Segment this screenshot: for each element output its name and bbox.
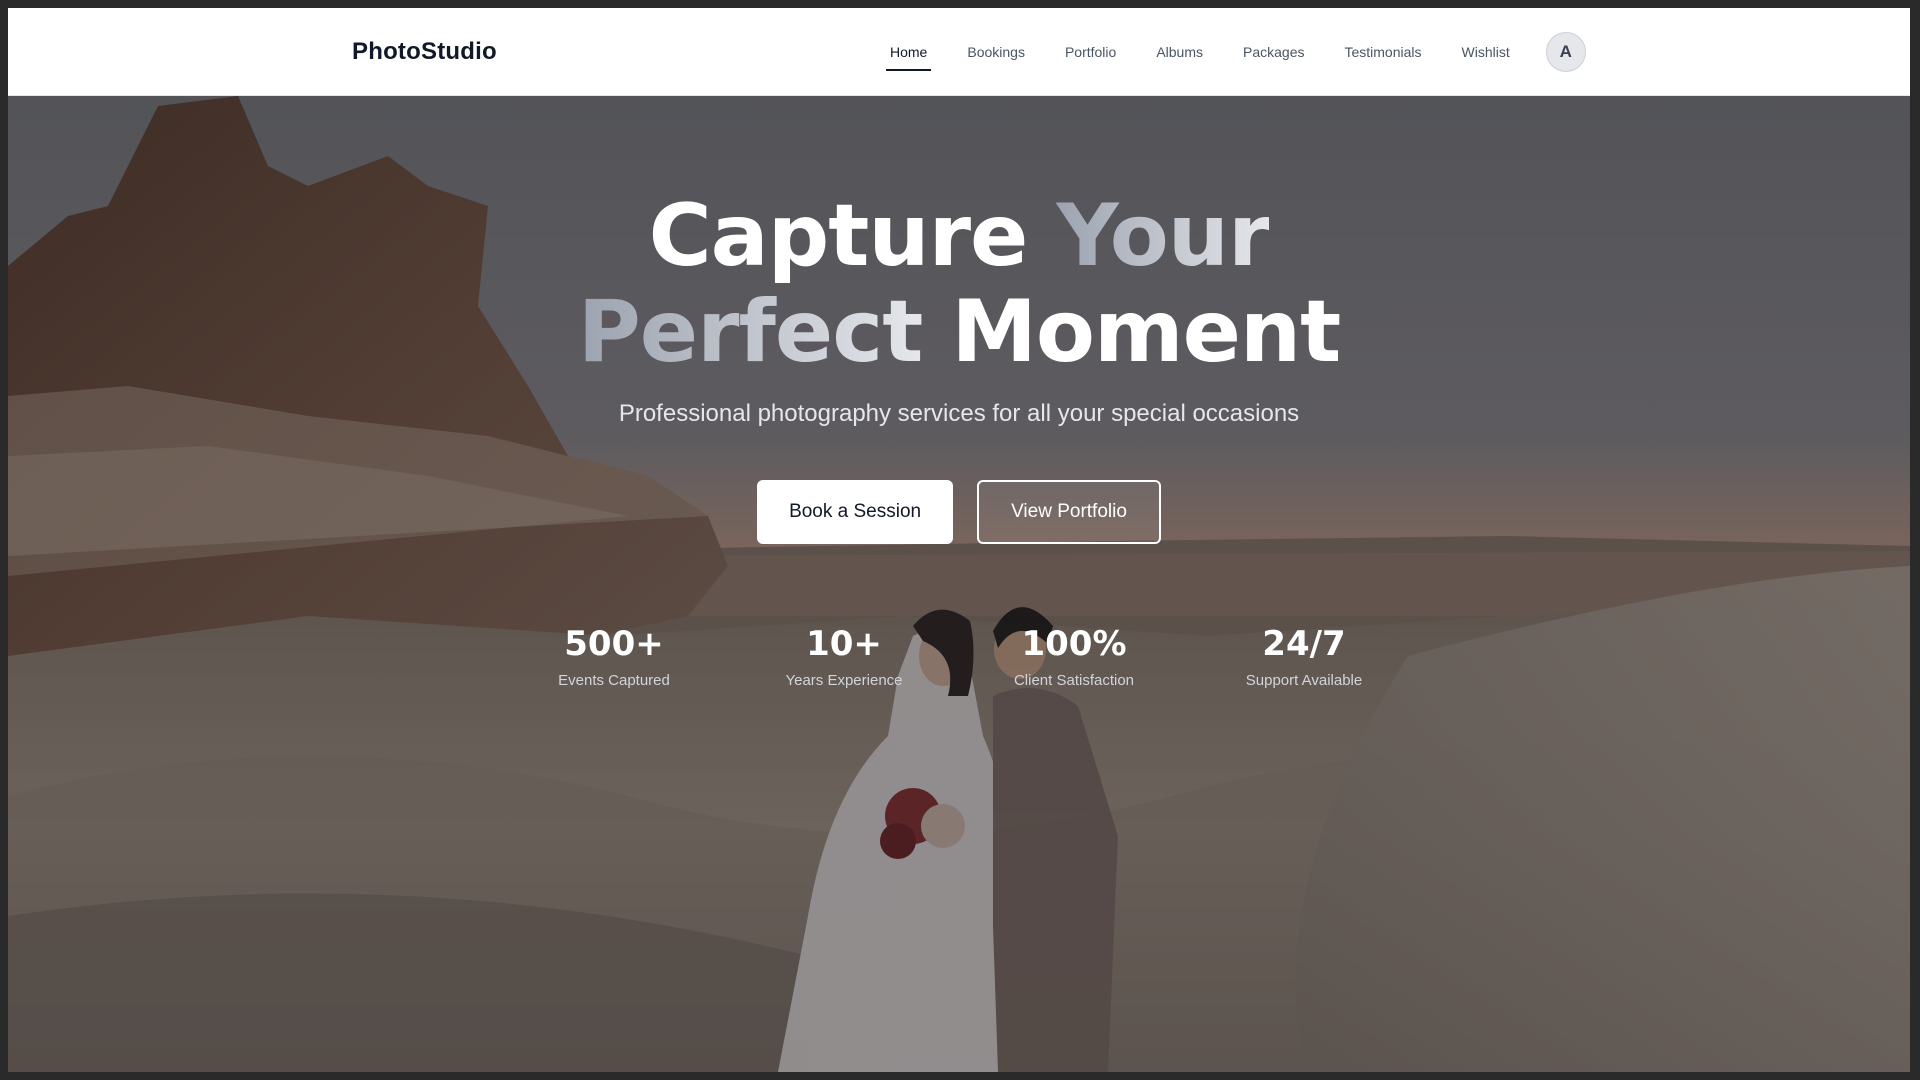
stat-value: 100% (1021, 624, 1127, 664)
main-nav: Home Bookings Portfolio Albums Packages … (870, 8, 1586, 96)
nav-albums[interactable]: Albums (1136, 8, 1223, 96)
stat-label: Support Available (1245, 672, 1363, 689)
stat-value: 24/7 (1262, 624, 1346, 664)
app-window: PhotoStudio Home Bookings Portfolio Albu… (8, 8, 1910, 1072)
stat-label: Client Satisfaction (1013, 672, 1135, 689)
stat-label: Years Experience (785, 672, 903, 689)
book-session-button[interactable]: Book a Session (757, 480, 954, 544)
nav-portfolio[interactable]: Portfolio (1045, 8, 1136, 96)
headline-word-moment: Moment (951, 282, 1341, 382)
hero-subtitle: Professional photography services for al… (618, 400, 1300, 427)
view-portfolio-button[interactable]: View Portfolio (977, 480, 1161, 544)
nav-testimonials[interactable]: Testimonials (1324, 8, 1441, 96)
stat-label: Events Captured (558, 672, 670, 689)
stat-satisfaction: 100% Client Satisfaction (984, 624, 1164, 689)
stat-value: 500+ (564, 624, 664, 664)
hero-headline: Capture Your Perfect Moment (8, 188, 1910, 380)
headline-word-capture: Capture (648, 186, 1029, 286)
headline-word-perfect: Perfect (577, 282, 924, 382)
headline-word-your: Your (1056, 186, 1270, 286)
user-avatar[interactable]: A (1545, 32, 1586, 72)
hero-section: Capture Your Perfect Moment Professional… (8, 96, 1910, 1072)
hero-stats: 500+ Events Captured 10+ Years Experienc… (524, 624, 1394, 689)
nav-bookings[interactable]: Bookings (947, 8, 1045, 96)
brand-logo[interactable]: PhotoStudio (352, 38, 497, 66)
stat-value: 10+ (806, 624, 882, 664)
top-navbar: PhotoStudio Home Bookings Portfolio Albu… (8, 8, 1910, 96)
hero-cta-group: Book a Session View Portfolio (8, 480, 1910, 544)
stat-events: 500+ Events Captured (524, 624, 704, 689)
stat-support: 24/7 Support Available (1214, 624, 1394, 689)
nav-home[interactable]: Home (870, 8, 947, 96)
nav-wishlist[interactable]: Wishlist (1442, 8, 1530, 96)
stat-years: 10+ Years Experience (754, 624, 934, 689)
nav-packages[interactable]: Packages (1223, 8, 1324, 96)
